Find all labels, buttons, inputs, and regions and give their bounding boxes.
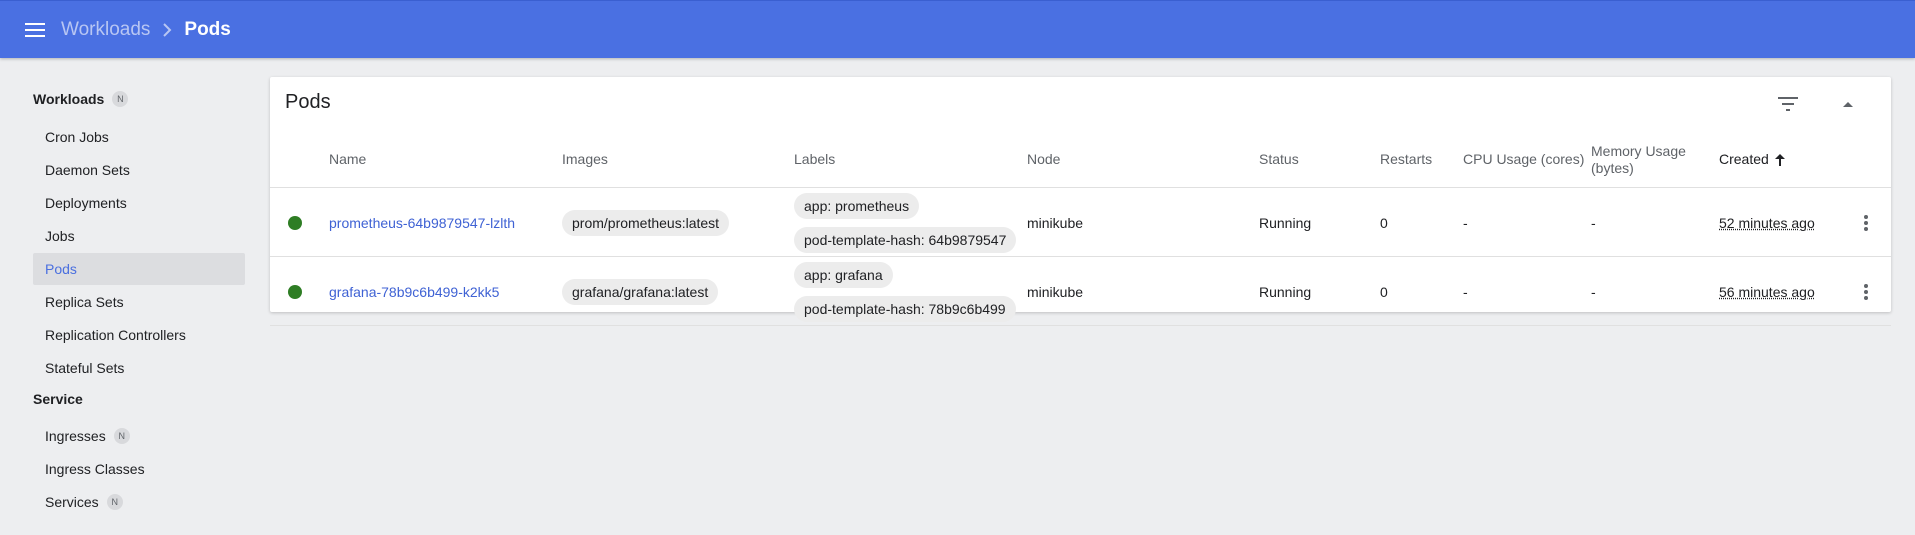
label-chip: pod-template-hash: 78b9c6b499 <box>794 295 1016 322</box>
label-chip: app: prometheus <box>794 192 920 219</box>
sidebar-item-label: Cron Jobs <box>45 129 109 145</box>
sidebar-item-cron-jobs[interactable]: Cron Jobs <box>33 121 245 153</box>
pod-name-link[interactable]: prometheus-64b9879547-lzlth <box>329 215 515 231</box>
new-badge: N <box>113 428 130 444</box>
breadcrumb-pods: Pods <box>184 18 231 40</box>
created-cell[interactable]: 52 minutes ago <box>1719 215 1815 231</box>
sidebar-item-services[interactable]: Services N <box>33 486 245 518</box>
new-badge: N <box>106 494 123 510</box>
sidebar-item-label: Daemon Sets <box>45 162 130 178</box>
sidebar-item-stateful-sets[interactable]: Stateful Sets <box>33 352 245 384</box>
new-badge: N <box>112 91 129 107</box>
table-row: grafana-78b9c6b499-k2kk5 grafana/grafana… <box>270 257 1891 326</box>
image-chip: grafana/grafana:latest <box>562 278 719 305</box>
column-header-created[interactable]: Created <box>1719 131 1785 188</box>
status-running-icon <box>288 188 302 257</box>
node-cell: minikube <box>1027 214 1084 231</box>
sidebar-item-label: Ingress Classes <box>45 461 145 477</box>
table-header: Name Images Labels Node Status Restarts … <box>270 131 1891 188</box>
created-cell[interactable]: 56 minutes ago <box>1719 284 1815 300</box>
menu-icon[interactable] <box>20 15 50 45</box>
column-header-images: Images <box>562 151 608 167</box>
pods-card: Pods Name Images Labels Node Status Rest… <box>270 77 1891 326</box>
sidebar-group-label: Workloads <box>33 91 105 107</box>
labels-cell: app: prometheus pod-template-hash: 64b98… <box>794 188 1017 257</box>
status-cell: Running <box>1259 283 1312 300</box>
restarts-cell: 0 <box>1380 283 1388 300</box>
sidebar-item-label: Replication Controllers <box>45 327 186 343</box>
sort-arrow-up-icon <box>1774 153 1785 166</box>
chevron-right-icon <box>162 22 172 37</box>
label-chip: pod-template-hash: 64b9879547 <box>794 226 1017 253</box>
label-chip: app: grafana <box>794 261 893 288</box>
sidebar-item-label: Jobs <box>45 228 75 244</box>
memory-cell: - <box>1591 283 1596 300</box>
sidebar-item-deployments[interactable]: Deployments <box>33 187 245 219</box>
memory-header-line2: (bytes) <box>1591 159 1634 176</box>
sidebar-item-replication-controllers[interactable]: Replication Controllers <box>33 319 245 351</box>
column-header-status[interactable]: Status <box>1259 131 1299 188</box>
sidebar-item-replica-sets[interactable]: Replica Sets <box>33 286 245 318</box>
sidebar-item-label: Replica Sets <box>45 294 124 310</box>
sidebar-item-ingress-classes[interactable]: Ingress Classes <box>33 453 245 485</box>
memory-header-line1: Memory Usage <box>1591 142 1686 159</box>
sidebar-item-jobs[interactable]: Jobs <box>33 220 245 252</box>
created-header-label: Created <box>1719 151 1769 167</box>
sidebar-item-label: Deployments <box>45 195 127 211</box>
top-toolbar: Workloads Pods <box>0 0 1915 58</box>
column-header-name[interactable]: Name <box>329 131 366 188</box>
labels-cell: app: grafana pod-template-hash: 78b9c6b4… <box>794 257 1016 326</box>
filter-icon[interactable] <box>1770 86 1806 122</box>
column-header-cpu[interactable]: CPU Usage (cores) <box>1463 131 1584 188</box>
collapse-icon[interactable] <box>1830 86 1866 122</box>
image-chip: prom/prometheus:latest <box>562 209 730 236</box>
card-title: Pods <box>285 91 331 113</box>
memory-cell: - <box>1591 214 1596 231</box>
breadcrumb: Workloads Pods <box>61 19 231 41</box>
status-cell: Running <box>1259 214 1312 231</box>
sidebar-item-label: Services <box>45 494 99 510</box>
more-vert-icon[interactable] <box>1854 280 1878 304</box>
breadcrumb-workloads[interactable]: Workloads <box>61 19 150 41</box>
sidebar-item-daemon-sets[interactable]: Daemon Sets <box>33 154 245 186</box>
sidebar-item-ingresses[interactable]: Ingresses N <box>33 420 245 452</box>
pod-name-link[interactable]: grafana-78b9c6b499-k2kk5 <box>329 284 499 300</box>
status-running-icon <box>288 257 302 326</box>
column-header-memory[interactable]: Memory Usage (bytes) <box>1591 131 1686 188</box>
cpu-cell: - <box>1463 283 1468 300</box>
sidebar-item-label: Pods <box>45 261 77 277</box>
node-cell: minikube <box>1027 283 1084 300</box>
column-header-node[interactable]: Node <box>1027 131 1060 188</box>
sidebar-item-label: Stateful Sets <box>45 360 125 376</box>
column-header-labels: Labels <box>794 151 836 167</box>
sidebar-item-label: Ingresses <box>45 428 106 444</box>
sidebar-group-workloads[interactable]: Workloads N <box>33 88 129 110</box>
table-row: prometheus-64b9879547-lzlth prom/prometh… <box>270 188 1891 257</box>
sidebar-group-label: Service <box>33 391 83 407</box>
sidebar-item-pods[interactable]: Pods <box>33 253 245 285</box>
sidebar: Workloads N Cron Jobs Daemon Sets Deploy… <box>0 58 262 535</box>
more-vert-icon[interactable] <box>1854 211 1878 235</box>
cpu-cell: - <box>1463 214 1468 231</box>
column-header-restarts[interactable]: Restarts <box>1380 131 1432 188</box>
sidebar-group-service[interactable]: Service <box>33 388 83 410</box>
restarts-cell: 0 <box>1380 214 1388 231</box>
